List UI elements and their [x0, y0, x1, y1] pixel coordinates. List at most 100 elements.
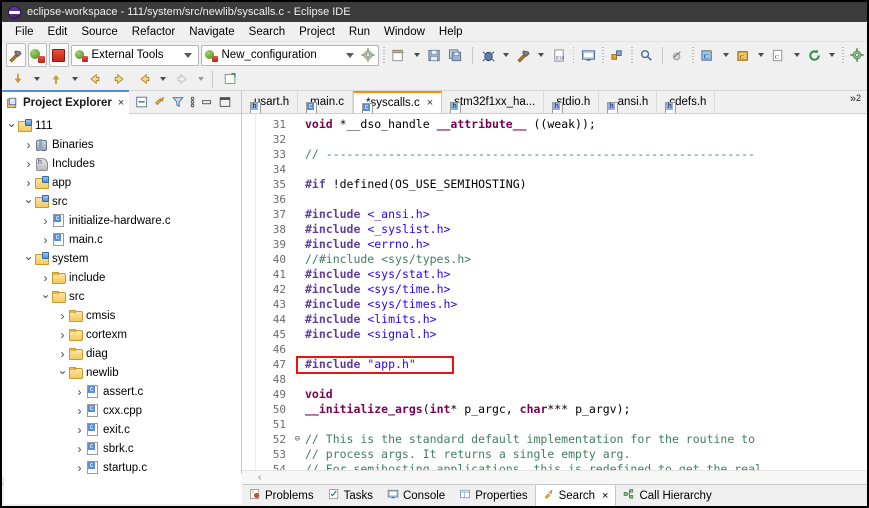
code-line[interactable]: 32 — [256, 132, 867, 147]
chevron-down-icon[interactable] — [72, 77, 78, 81]
new-class-button[interactable]: C — [769, 43, 789, 67]
stop-button[interactable] — [49, 43, 69, 67]
tree-item[interactable]: cortexm — [2, 325, 241, 344]
tree-item[interactable]: cmsis — [2, 306, 241, 325]
editor-tab[interactable]: stm32f1xx_ha... — [442, 91, 545, 113]
tree-item[interactable]: app — [2, 173, 241, 192]
chevron-down-icon[interactable] — [829, 53, 836, 57]
back-button[interactable] — [82, 67, 106, 91]
chevron-right-icon[interactable] — [23, 138, 34, 152]
editor-tab[interactable]: stdio.h — [544, 91, 600, 113]
step-return-button[interactable] — [44, 67, 68, 91]
chevron-right-icon[interactable] — [40, 271, 51, 285]
menu-item-source[interactable]: Source — [74, 25, 124, 39]
tree-item[interactable]: newlib — [2, 363, 241, 382]
link-with-editor-icon[interactable] — [153, 95, 167, 109]
code-lines[interactable]: 31 void *__dso_handle __attribute__ ((wea… — [256, 114, 867, 471]
code-line[interactable]: 44 #include <limits.h> — [256, 312, 867, 327]
bottom-tab[interactable]: Call Hierarchy — [616, 485, 718, 507]
toggle-block-selection-button[interactable] — [608, 43, 628, 67]
chevron-right-icon[interactable] — [57, 328, 68, 342]
chevron-down-icon[interactable] — [346, 52, 355, 58]
code-line[interactable]: 46 — [256, 342, 867, 357]
tree-item[interactable]: cxx.cpp — [2, 401, 241, 420]
chevron-down-icon[interactable] — [40, 290, 51, 304]
code-line[interactable]: 33 // -----------------------------------… — [256, 147, 867, 162]
editor-tab-overflow[interactable]: » 2 — [844, 91, 867, 113]
tree-item[interactable]: Includes — [2, 154, 241, 173]
previous-annotation-button[interactable] — [132, 67, 156, 91]
menu-item-project[interactable]: Project — [292, 25, 342, 39]
tree-item[interactable]: initialize-hardware.c — [2, 211, 241, 230]
chevron-down-icon[interactable] — [538, 53, 545, 57]
chevron-down-icon[interactable] — [183, 52, 192, 58]
code-line[interactable]: 31 void *__dso_handle __attribute__ ((wea… — [256, 117, 867, 132]
menu-item-navigate[interactable]: Navigate — [182, 25, 241, 39]
menu-item-refactor[interactable]: Refactor — [125, 25, 182, 39]
code-line[interactable]: 45 #include <signal.h> — [256, 327, 867, 342]
chevron-right-icon[interactable] — [74, 385, 85, 399]
skip-breakpoints-button[interactable] — [669, 43, 689, 67]
code-line[interactable]: 48 — [256, 372, 867, 387]
build-button[interactable] — [6, 43, 26, 67]
toolbar-gear-button[interactable] — [848, 43, 867, 67]
code-line[interactable]: 49 void — [256, 387, 867, 402]
horizontal-scrollbar[interactable]: ‹ — [242, 470, 867, 484]
chevron-down-icon[interactable] — [502, 53, 509, 57]
external-tools-combo[interactable]: External Tools — [70, 44, 199, 66]
maximize-icon[interactable] — [218, 95, 232, 109]
tree-item[interactable]: src — [2, 192, 241, 211]
chevron-right-icon[interactable] — [23, 176, 34, 190]
code-line[interactable]: 42 #include <sys/time.h> — [256, 282, 867, 297]
code-line[interactable]: 50 __initialize_args(int* p_argc, char***… — [256, 402, 867, 417]
gear-icon[interactable] — [361, 48, 376, 62]
chevron-right-icon[interactable] — [74, 442, 85, 456]
chevron-right-icon[interactable] — [40, 233, 51, 247]
code-line[interactable]: 54 // For semihosting applications, this … — [256, 462, 867, 471]
close-icon[interactable]: × — [427, 97, 433, 109]
tree-item[interactable]: 111 — [2, 116, 241, 135]
chevron-down-icon[interactable] — [23, 195, 34, 209]
save-button[interactable] — [425, 43, 445, 67]
tab-project-explorer[interactable]: Project Explorer × — [2, 90, 130, 114]
tree-item[interactable]: sbrk.c — [2, 439, 241, 458]
menu-item-search[interactable]: Search — [242, 25, 292, 39]
menu-item-edit[interactable]: Edit — [41, 25, 75, 39]
editor-tab[interactable]: *syscalls.c × — [353, 91, 443, 113]
binary-button[interactable]: 010 — [549, 43, 569, 67]
menu-item-window[interactable]: Window — [377, 25, 432, 39]
tree-item[interactable]: system — [2, 249, 241, 268]
marker-ruler[interactable] — [242, 113, 256, 471]
chevron-right-icon[interactable] — [57, 309, 68, 323]
bottom-tab[interactable]: Search × — [534, 484, 617, 506]
chevron-down-icon[interactable] — [6, 119, 17, 133]
bottom-tab[interactable]: Properties — [452, 485, 534, 507]
code-line[interactable]: 47 #include "app.h" — [256, 357, 867, 372]
chevron-down-icon[interactable] — [413, 53, 420, 57]
console-button[interactable] — [578, 43, 598, 67]
new-editor-button[interactable] — [218, 67, 242, 91]
forward-button[interactable] — [107, 67, 131, 91]
code-editor[interactable]: 31 void *__dso_handle __attribute__ ((wea… — [242, 113, 867, 471]
editor-tab[interactable]: usart.h — [242, 91, 299, 113]
refresh-button[interactable] — [805, 43, 825, 67]
code-line[interactable]: 36 — [256, 192, 867, 207]
editor-tab[interactable]: main.c — [298, 91, 354, 113]
menu-item-help[interactable]: Help — [432, 25, 470, 39]
collapse-all-icon[interactable] — [135, 95, 149, 109]
close-icon[interactable]: × — [602, 490, 608, 502]
tree-item[interactable]: assert.c — [2, 382, 241, 401]
chevron-down-icon[interactable] — [758, 53, 765, 57]
code-line[interactable]: 34 — [256, 162, 867, 177]
tree-item[interactable]: src — [2, 287, 241, 306]
code-line[interactable]: 37 #include <_ansi.h> — [256, 207, 867, 222]
chevron-down-icon[interactable] — [722, 53, 729, 57]
view-menu-icon[interactable] — [189, 95, 196, 109]
code-line[interactable]: 41 #include <sys/stat.h> — [256, 267, 867, 282]
chevron-right-icon[interactable] — [57, 347, 68, 361]
code-line[interactable]: 40 //#include <sys/types.h> — [256, 252, 867, 267]
new-file-button[interactable] — [389, 43, 409, 67]
code-line[interactable]: 52 ⊖// This is the standard default imple… — [256, 432, 867, 447]
tree-item[interactable]: include — [2, 268, 241, 287]
code-line[interactable]: 35 #if !defined(OS_USE_SEMIHOSTING) — [256, 177, 867, 192]
